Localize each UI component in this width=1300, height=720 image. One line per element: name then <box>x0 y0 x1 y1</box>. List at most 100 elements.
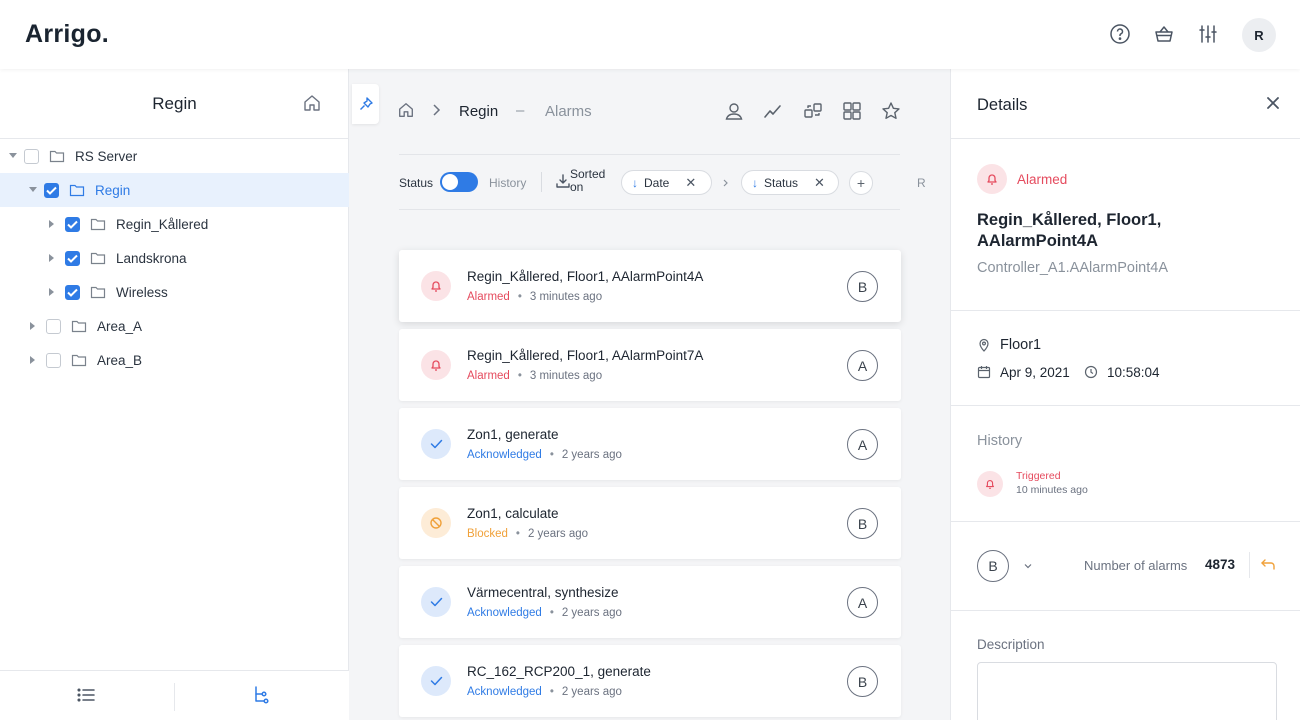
alarm-title: Zon1, calculate <box>467 506 559 521</box>
star-icon[interactable] <box>881 101 901 121</box>
tree-item-label: Area_A <box>97 318 143 334</box>
caret-right-icon[interactable] <box>46 252 58 264</box>
caret-right-icon[interactable] <box>27 320 39 332</box>
details-history <box>951 406 1300 522</box>
tree-item-regin-kallered[interactable]: Regin_Kållered <box>0 207 349 241</box>
bell-icon <box>421 271 451 301</box>
trend-chart-icon[interactable] <box>763 101 783 121</box>
help-icon[interactable] <box>1108 22 1132 46</box>
return-arrow-icon[interactable] <box>1260 557 1276 573</box>
add-sort-button[interactable]: + <box>849 171 873 195</box>
tree-view-icon[interactable] <box>251 685 273 707</box>
tree-item-wireless[interactable]: Wireless <box>0 275 349 309</box>
user-icon[interactable] <box>724 101 744 121</box>
clock-icon <box>1084 365 1098 379</box>
location-pin-icon <box>977 338 991 352</box>
sorted-on-line1: Sorted <box>570 167 606 181</box>
grid-icon[interactable] <box>842 101 862 121</box>
check-icon <box>421 666 451 696</box>
alarm-title: Värmecentral, synthesize <box>467 585 619 600</box>
divider <box>399 154 900 155</box>
caret-right-icon[interactable] <box>46 218 58 230</box>
list-view-icon[interactable] <box>76 685 98 707</box>
tree-item-area-b[interactable]: Area_B <box>0 343 349 377</box>
tree-footer <box>0 670 349 720</box>
tree-item-rs-server[interactable]: RS Server <box>0 139 349 173</box>
tree-checkbox[interactable] <box>44 182 59 198</box>
priority-badge: A <box>847 350 878 381</box>
folder-icon <box>71 353 87 367</box>
tree-item-label: Regin <box>95 182 131 198</box>
alarm-time: 2 years ago <box>561 607 622 619</box>
tree-checkbox[interactable] <box>65 284 80 300</box>
alarm-time: 2 years ago <box>561 686 622 698</box>
priority-selector[interactable]: B <box>977 550 1009 582</box>
alarm-title: RC_162_RCP200_1, generate <box>467 664 651 679</box>
tree-checkbox[interactable] <box>46 352 61 368</box>
check-icon <box>421 587 451 617</box>
alarm-time: 3 minutes ago <box>529 370 603 382</box>
tree-checkbox[interactable] <box>24 148 39 164</box>
tree-checkbox[interactable] <box>65 250 80 266</box>
alarm-card[interactable]: Värmecentral, synthesize Acknowledged • 2 … <box>399 566 901 638</box>
tree-item-landskrona[interactable]: Landskrona <box>0 241 349 275</box>
breadcrumb-home-icon[interactable] <box>397 101 415 119</box>
toggle-knob <box>442 174 458 190</box>
description-label: Description <box>977 637 1045 652</box>
sort-chip-status[interactable]: ↓ Status ✕ <box>741 170 839 195</box>
caret-right-icon[interactable] <box>46 286 58 298</box>
tree-header: Regin <box>0 69 349 139</box>
tree-panel: Regin RS Server Regin Regin_Kållered Lan… <box>0 69 349 720</box>
close-icon[interactable] <box>1265 95 1281 111</box>
tree-item-label: Regin_Kållered <box>116 216 209 232</box>
alarm-status: Alarmed <box>467 291 510 303</box>
tree-checkbox[interactable] <box>46 318 61 334</box>
details-panel: Details Alarmed Regin_Kållered, Floor1, … <box>950 69 1300 720</box>
folder-icon <box>69 183 85 197</box>
remove-chip-icon[interactable]: ✕ <box>814 175 825 191</box>
sort-download-icon[interactable] <box>555 173 571 189</box>
alarm-time: 3 minutes ago <box>529 291 603 303</box>
user-avatar[interactable]: R <box>1242 18 1276 52</box>
alarm-card[interactable]: Zon1, calculate Blocked • 2 years ago B <box>399 487 901 559</box>
folder-icon <box>90 217 106 231</box>
remove-chip-icon[interactable]: ✕ <box>685 175 696 191</box>
app-logo[interactable]: Arrigo. <box>25 20 109 49</box>
folder-icon <box>90 251 106 265</box>
caret-right-icon[interactable] <box>27 354 39 366</box>
caret-down-icon[interactable] <box>7 150 19 162</box>
alarm-card[interactable]: RC_162_RCP200_1, generate Acknowledged • 2… <box>399 645 901 717</box>
alarm-card[interactable]: Zon1, generate Acknowledged • 2 years ago … <box>399 408 901 480</box>
details-title: Details <box>977 96 1028 114</box>
number-of-alarms-label: Number of alarms <box>1084 558 1188 573</box>
folder-icon <box>71 319 87 333</box>
bell-icon <box>977 164 1007 194</box>
sort-chip-date[interactable]: ↓ Date ✕ <box>621 170 712 195</box>
arrow-down-icon: ↓ <box>752 175 758 190</box>
tree-item-label: RS Server <box>75 148 138 164</box>
status-history-toggle[interactable] <box>440 172 478 192</box>
breadcrumb-separator: – <box>516 102 525 119</box>
truncated-filter-label[interactable]: Re <box>917 176 926 190</box>
number-of-alarms-value: 4873 <box>1205 557 1236 572</box>
home-icon[interactable] <box>302 93 322 113</box>
history-time: 10 minutes ago <box>1016 484 1088 496</box>
basket-icon[interactable] <box>1152 22 1176 46</box>
tree-item-label: Area_B <box>97 352 143 368</box>
tree-item-regin[interactable]: Regin <box>0 173 349 207</box>
tree-checkbox[interactable] <box>65 216 80 232</box>
alarm-title: Zon1, generate <box>467 427 559 442</box>
chevron-down-icon[interactable] <box>1022 559 1034 571</box>
details-status: Alarmed <box>1017 172 1068 187</box>
linked-squares-icon[interactable] <box>803 101 823 121</box>
description-textarea[interactable] <box>977 662 1277 720</box>
alarm-card[interactable]: Regin_Kållered, Floor1, AAlarmPoint4A Al… <box>399 250 901 322</box>
tree-item-area-a[interactable]: Area_A <box>0 309 349 343</box>
pin-icon[interactable] <box>352 84 379 124</box>
caret-down-icon[interactable] <box>27 184 39 196</box>
alarm-card[interactable]: Regin_Kållered, Floor1, AAlarmPoint7A Al… <box>399 329 901 401</box>
history-label: History <box>977 433 1023 449</box>
filter-sliders-icon[interactable] <box>1196 22 1220 46</box>
priority-badge: A <box>847 429 878 460</box>
breadcrumb-regin[interactable]: Regin <box>459 103 498 120</box>
